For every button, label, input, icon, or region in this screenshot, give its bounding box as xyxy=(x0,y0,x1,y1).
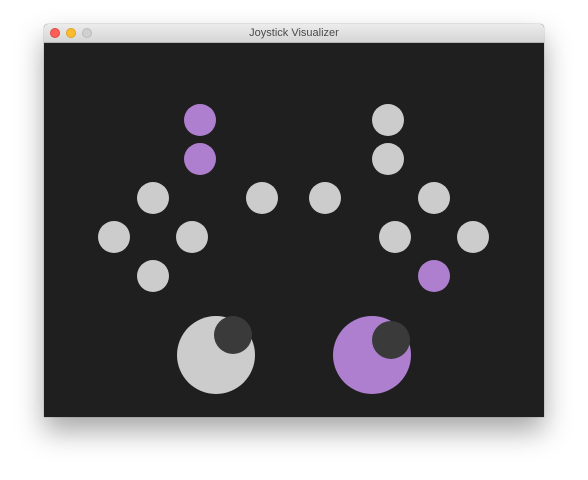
face-bottom-button xyxy=(418,260,450,292)
window-title: Joystick Visualizer xyxy=(249,27,339,39)
dpad-left-button xyxy=(98,221,130,253)
left-shoulder-lower-button xyxy=(184,143,216,175)
dpad-up-button xyxy=(137,182,169,214)
face-right-button xyxy=(457,221,489,253)
controller-diagram xyxy=(44,43,544,417)
left-stick-knob xyxy=(214,316,252,354)
right-shoulder-upper-button xyxy=(372,104,404,136)
center-left-button xyxy=(246,182,278,214)
left-shoulder-upper-button xyxy=(184,104,216,136)
app-window: Joystick Visualizer xyxy=(44,24,544,417)
dpad-right-button xyxy=(176,221,208,253)
title-bar[interactable]: Joystick Visualizer xyxy=(44,24,544,43)
face-top-button xyxy=(418,182,450,214)
visualizer-canvas xyxy=(44,43,544,417)
right-shoulder-lower-button xyxy=(372,143,404,175)
dpad-down-button xyxy=(137,260,169,292)
face-left-button xyxy=(379,221,411,253)
right-stick-knob xyxy=(372,321,410,359)
center-right-button xyxy=(309,182,341,214)
